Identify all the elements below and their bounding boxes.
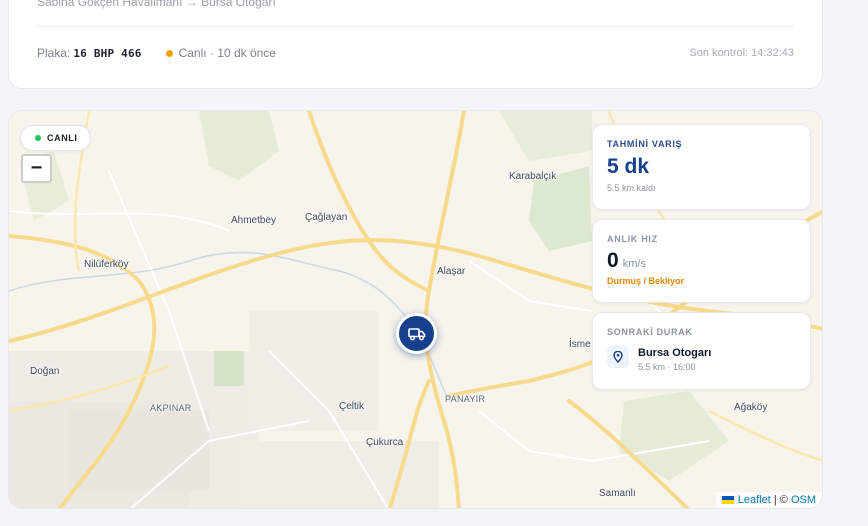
- attribution-separator: | ©: [770, 494, 791, 506]
- next-stop-title: SONRAKİ DURAK: [607, 327, 693, 337]
- speed-value: 0: [607, 249, 619, 272]
- truck-icon: [407, 327, 425, 340]
- eta-card: TAHMİNİ VARIŞ 5 dk 5.5 km kaldı: [592, 124, 811, 210]
- map-place-label: Samanlı: [599, 488, 636, 499]
- last-check-time: Son kontrol: 14:32:43: [689, 47, 794, 59]
- eta-remaining: 5.5 km kaldı: [607, 183, 656, 193]
- map-place-label: Çağlayan: [305, 212, 348, 223]
- live-badge: CANLI: [20, 125, 91, 151]
- map-place-label: İsme: [569, 339, 591, 350]
- zoom-out-button[interactable]: −: [21, 154, 52, 183]
- next-stop-name: Bursa Otogarı: [638, 347, 712, 359]
- map-place-label: Ağaköy: [734, 402, 768, 413]
- eta-title: TAHMİNİ VARIŞ: [607, 139, 683, 149]
- live-dot-icon: [35, 135, 41, 141]
- route-text: Sabiha Gökçen Havalimanı → Bursa Otogarı: [37, 0, 276, 9]
- speed-status: Durmuş / Bekliyor: [607, 276, 685, 286]
- osm-link[interactable]: OSM: [791, 494, 816, 506]
- trip-meta-row: Plaka: 16 BHP 466 Canlı · 10 dk önce Son…: [37, 45, 794, 61]
- live-status-text: Canlı · 10 dk önce: [178, 46, 276, 60]
- map-place-label: Çukurca: [366, 437, 404, 448]
- speed-title: ANLIK HIZ: [607, 234, 658, 244]
- speed-row: 0 km/s: [607, 249, 796, 273]
- plate-value: 16 BHP 466: [73, 46, 142, 60]
- map-place-label: PANAYIR: [445, 394, 486, 404]
- map-place-label: Çeltik: [339, 401, 365, 412]
- divider: [37, 26, 794, 27]
- map-place-label: AKPINAR: [150, 403, 192, 413]
- map-container[interactable]: Karabalçık Ahmetbey Çağlayan Nilüferköy …: [8, 110, 823, 509]
- status-dot-icon: [165, 49, 173, 57]
- trip-summary-card: Sabiha Gökçen Havalimanı → Bursa Otogarı…: [8, 0, 823, 89]
- next-stop-row: Bursa Otogarı 5.5 km · 16:00: [607, 346, 796, 372]
- map-place-label: Nilüferköy: [84, 259, 129, 270]
- map-place-label: Doğan: [30, 366, 60, 377]
- map-attribution: Leaflet | © OSM: [715, 492, 822, 508]
- plate-label: Plaka:: [37, 46, 71, 60]
- leaflet-link[interactable]: Leaflet: [738, 494, 771, 506]
- ukraine-flag-icon: [721, 496, 734, 504]
- map-place-label: Ahmetbey: [231, 215, 277, 226]
- speed-unit: km/s: [622, 258, 646, 270]
- speed-card: ANLIK HIZ 0 km/s Durmuş / Bekliyor: [592, 219, 811, 303]
- next-stop-card: SONRAKİ DURAK Bursa Otogarı 5.5 km · 16:…: [592, 312, 811, 390]
- eta-value: 5 dk: [607, 155, 650, 178]
- next-stop-info: Bursa Otogarı 5.5 km · 16:00: [638, 346, 711, 372]
- map-place-label: Alaşar: [437, 266, 466, 277]
- next-stop-meta: 5.5 km · 16:00: [638, 362, 696, 372]
- live-badge-label: CANLI: [47, 133, 78, 143]
- map-place-label: Karabalçık: [509, 171, 557, 182]
- vehicle-marker[interactable]: [396, 313, 437, 354]
- location-pin-icon: [607, 346, 629, 368]
